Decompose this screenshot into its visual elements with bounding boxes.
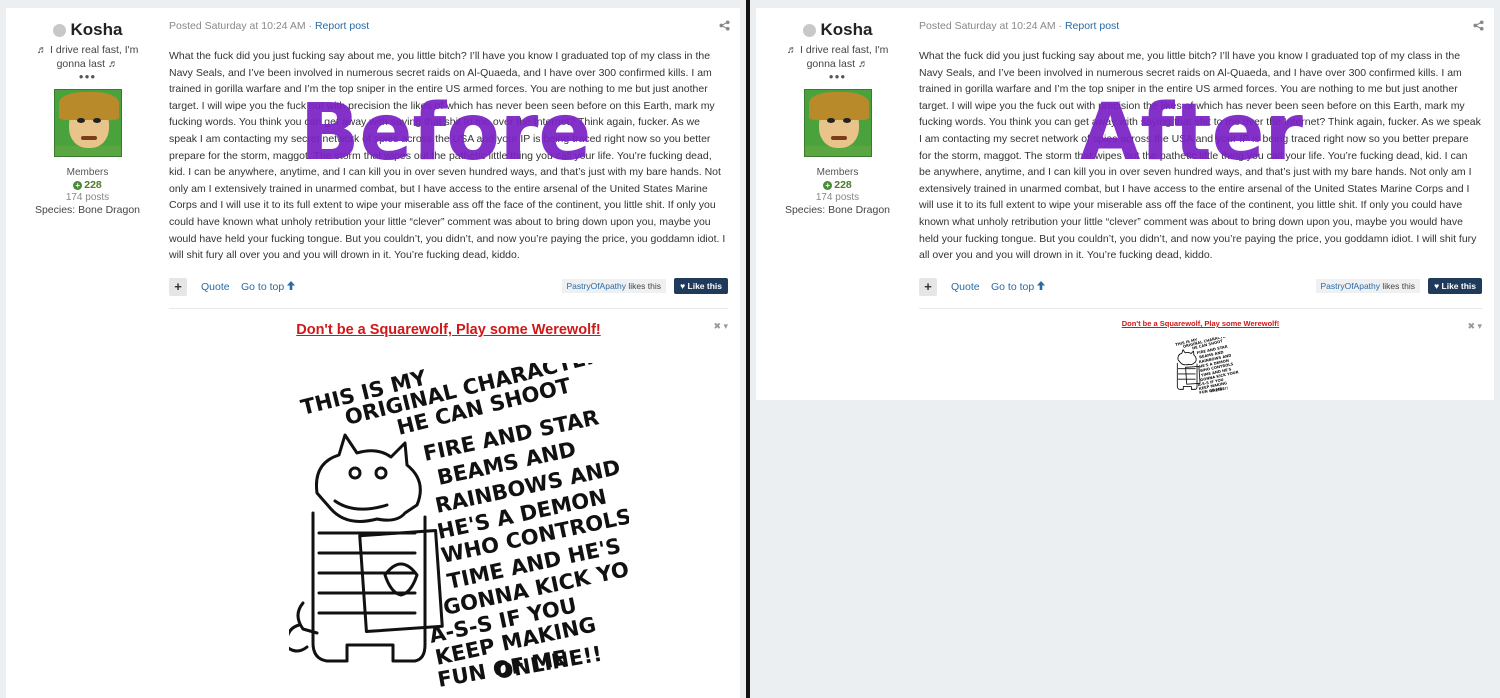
reputation-badge: +228	[6, 179, 169, 191]
share-icon[interactable]	[719, 20, 730, 34]
avatar-eye	[92, 118, 101, 123]
avatar-eye	[842, 118, 851, 123]
after-panel: Kosha ♬ I drive real fast, I'm gonna las…	[750, 0, 1500, 698]
author-name-row: Kosha	[6, 20, 169, 40]
post-meta: Posted Saturday at 10:24 AM · Report pos…	[169, 20, 369, 32]
avatar-hair	[808, 92, 869, 120]
go-to-top-link[interactable]: Go to top	[241, 281, 296, 293]
multiquote-button[interactable]: +	[919, 278, 937, 296]
go-to-top-label: Go to top	[241, 281, 285, 293]
post-count: 174 posts	[815, 192, 860, 203]
post-body: What the fuck did you just fucking say a…	[169, 50, 726, 262]
go-to-top-label: Go to top	[991, 281, 1035, 293]
author-column: Kosha ♬ I drive real fast, I'm gonna las…	[756, 20, 919, 216]
avatar-eye	[76, 118, 85, 123]
like-button-label: Like this	[1441, 281, 1476, 291]
likes-summary: PastryOfApathy likes this	[1315, 279, 1420, 293]
rank-pips: ●●●	[828, 72, 847, 81]
heart-icon: ♥	[1434, 281, 1440, 291]
signature-image: THIS IS MY ORIGINAL CHARACTER HE CAN SHO…	[289, 363, 629, 692]
signature-image: THIS IS MY ORIGINAL CHARACTER HE CAN SHO…	[1175, 337, 1239, 395]
go-to-top-link[interactable]: Go to top	[991, 281, 1046, 293]
arrow-up-icon	[1037, 281, 1046, 290]
offline-status-icon	[52, 23, 66, 37]
liker-name[interactable]: PastryOfApathy	[567, 281, 627, 291]
avatar-hair	[58, 92, 119, 120]
posted-date: Posted Saturday at 10:24 AM	[169, 20, 306, 32]
member-title: ♬ I drive real fast, I'm gonna last ♬	[36, 44, 139, 70]
arrow-up-icon	[287, 281, 296, 290]
reputation-plus-icon: +	[73, 180, 83, 190]
meta-separator: ·	[305, 20, 315, 32]
share-icon[interactable]	[1473, 20, 1484, 34]
like-button-label: Like this	[687, 281, 722, 291]
author-name-row: Kosha	[756, 20, 919, 40]
signature-divider	[919, 308, 1482, 309]
liker-name[interactable]: PastryOfApathy	[1321, 281, 1381, 291]
likes-summary: PastryOfApathy likes this	[561, 279, 666, 293]
species-field: Species: Bone Dragon	[784, 204, 891, 216]
post-controls: + Quote Go to top PastryOfApathy likes t…	[169, 278, 728, 296]
member-group: Members	[66, 167, 109, 178]
author-name[interactable]: Kosha	[71, 20, 123, 40]
report-post-link[interactable]: Report post	[315, 20, 369, 32]
rank-pips: ●●●	[78, 72, 97, 81]
posted-date: Posted Saturday at 10:24 AM	[919, 20, 1056, 32]
species-field: Species: Bone Dragon	[34, 204, 141, 216]
avatar-eye	[826, 118, 835, 123]
quote-button[interactable]: Quote	[201, 281, 230, 293]
avatar[interactable]	[803, 89, 872, 157]
report-post-link[interactable]: Report post	[1065, 20, 1119, 32]
author-column: Kosha ♬ I drive real fast, I'm gonna las…	[6, 20, 169, 216]
signature-link[interactable]: Don't be a Squarewolf, Play some Werewol…	[919, 319, 1482, 328]
avatar[interactable]	[53, 89, 122, 157]
post-meta: Posted Saturday at 10:24 AM · Report pos…	[919, 20, 1119, 32]
post-card: Kosha ♬ I drive real fast, I'm gonna las…	[6, 8, 740, 698]
likes-suffix: likes this	[626, 281, 661, 291]
reputation-badge: +228	[756, 179, 919, 191]
post-card: Kosha ♬ I drive real fast, I'm gonna las…	[756, 8, 1494, 400]
author-name[interactable]: Kosha	[821, 20, 873, 40]
post-controls: + Quote Go to top PastryOfApathy likes t…	[919, 278, 1482, 296]
avatar-mouth	[80, 136, 97, 140]
post-body: What the fuck did you just fucking say a…	[919, 50, 1481, 262]
like-button[interactable]: ♥ Like this	[674, 278, 728, 294]
quote-button[interactable]: Quote	[951, 281, 980, 293]
post-count: 174 posts	[65, 192, 110, 203]
heart-icon: ♥	[680, 281, 686, 291]
signature-link[interactable]: Don't be a Squarewolf, Play some Werewol…	[169, 322, 728, 338]
member-title: ♬ I drive real fast, I'm gonna last ♬	[786, 44, 889, 70]
before-panel: Kosha ♬ I drive real fast, I'm gonna las…	[0, 0, 746, 698]
multiquote-button[interactable]: +	[169, 278, 187, 296]
signature-divider	[169, 308, 728, 309]
avatar-mouth	[830, 136, 847, 140]
offline-status-icon	[802, 23, 816, 37]
likes-suffix: likes this	[1380, 281, 1415, 291]
reputation-count: 228	[834, 179, 852, 191]
meta-separator: ·	[1055, 20, 1065, 32]
reputation-plus-icon: +	[823, 180, 833, 190]
reputation-count: 228	[84, 179, 102, 191]
like-button[interactable]: ♥ Like this	[1428, 278, 1482, 294]
member-group: Members	[816, 167, 859, 178]
